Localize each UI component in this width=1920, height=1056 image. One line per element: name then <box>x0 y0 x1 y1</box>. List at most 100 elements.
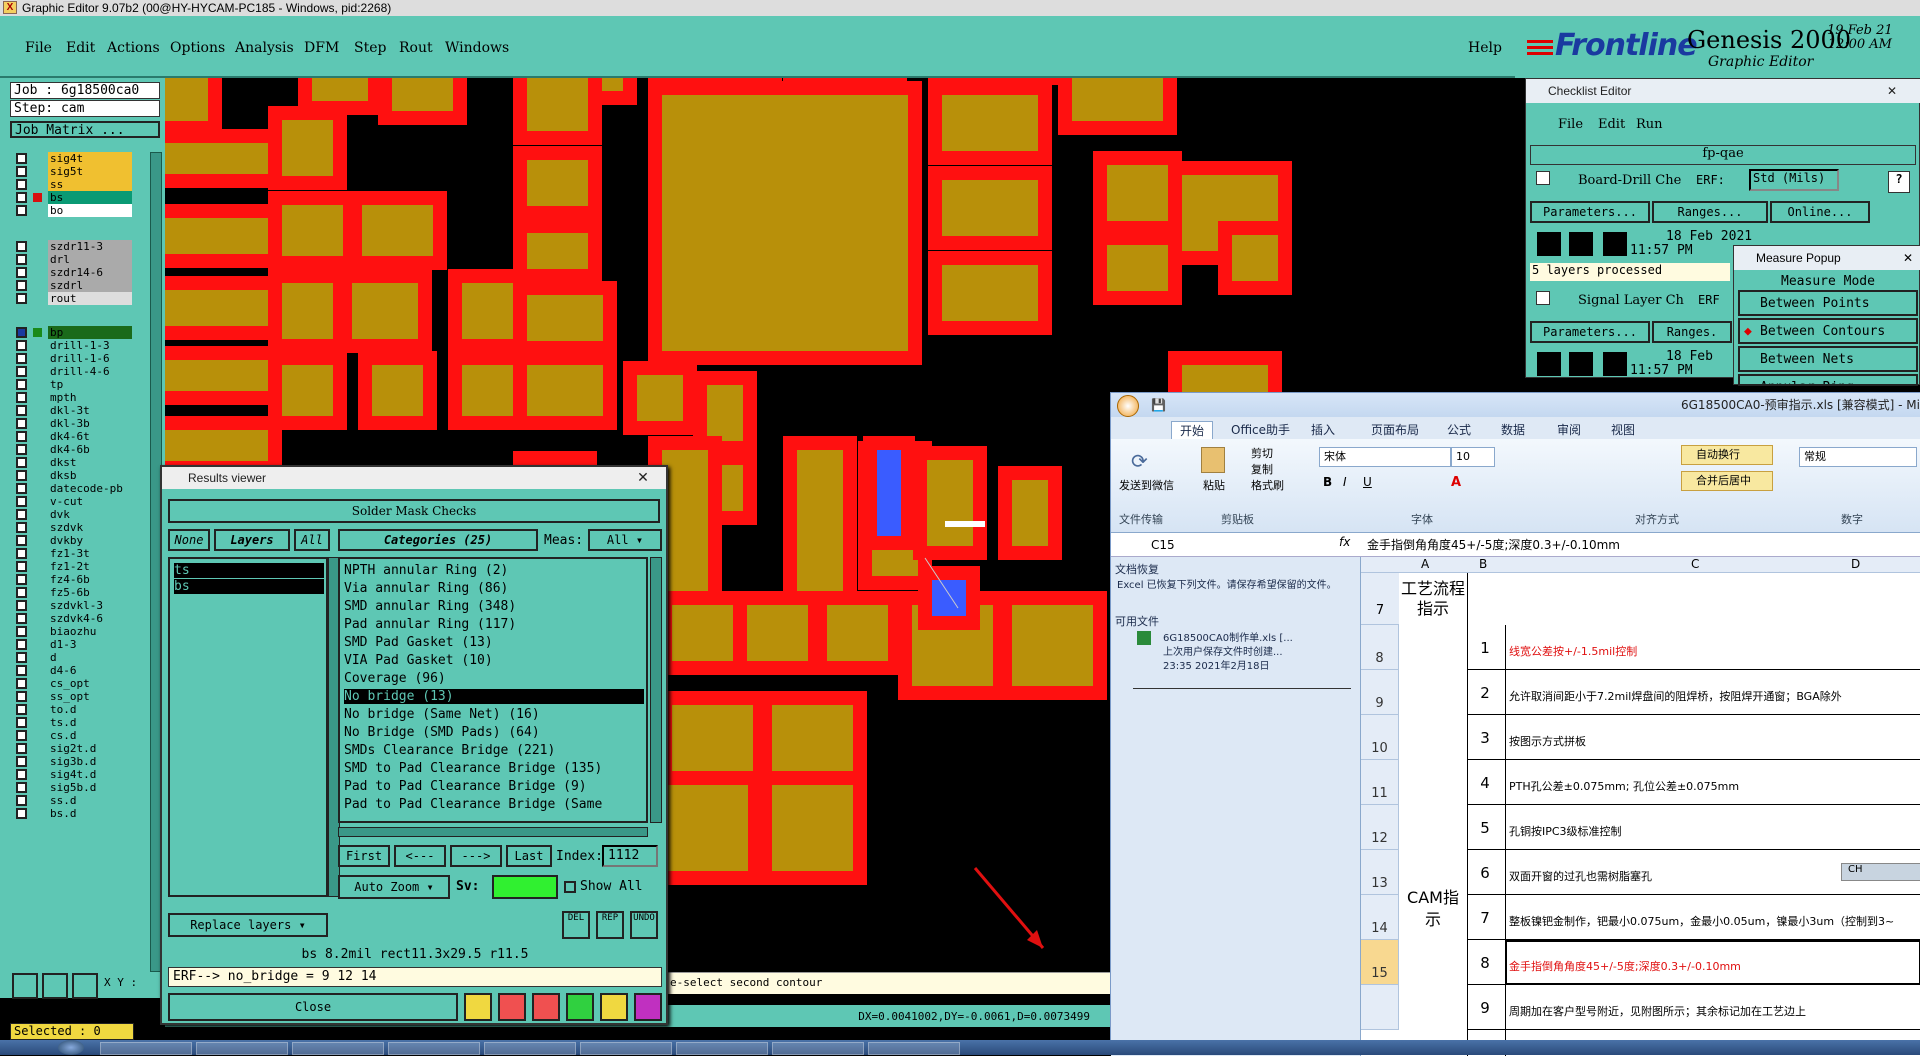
undo-button[interactable]: UNDO <box>630 911 658 939</box>
layer-row[interactable]: datecode-pb <box>14 482 132 495</box>
layer-checkbox[interactable] <box>16 293 27 304</box>
layer-checkbox[interactable] <box>16 280 27 291</box>
taskbar-item[interactable] <box>676 1042 768 1055</box>
layer-row[interactable]: dksb <box>14 469 132 482</box>
all-button[interactable]: All <box>294 529 330 551</box>
run-icon[interactable] <box>1568 351 1594 377</box>
layer-checkbox[interactable] <box>16 496 27 507</box>
copy-button[interactable]: 复制 <box>1251 461 1273 477</box>
layer-checkbox[interactable] <box>16 678 27 689</box>
layer-checkbox[interactable] <box>16 254 27 265</box>
layer-row[interactable]: fz1-3t <box>14 547 132 560</box>
taskbar-item[interactable] <box>388 1042 480 1055</box>
layer-checkbox[interactable] <box>16 418 27 429</box>
taskbar-item[interactable] <box>772 1042 864 1055</box>
tab-office-assistant[interactable]: Office助手 <box>1231 421 1290 438</box>
category-item[interactable]: SMD Pad Gasket (13) <box>344 635 644 650</box>
item-number-cell[interactable]: 8 <box>1469 954 1501 972</box>
start-button-icon[interactable] <box>58 1040 84 1055</box>
layer-checkbox[interactable] <box>16 717 27 728</box>
taskbar-item[interactable] <box>292 1042 384 1055</box>
layer-checkbox[interactable] <box>16 241 27 252</box>
item-number-cell[interactable]: 2 <box>1469 684 1501 702</box>
menu-analysis[interactable]: Analysis <box>235 40 294 56</box>
del-button[interactable]: DEL <box>562 911 590 939</box>
tab-page-layout[interactable]: 页面布局 <box>1371 421 1419 438</box>
cut-button[interactable]: 剪切 <box>1251 445 1273 461</box>
office-button-icon[interactable] <box>1117 395 1139 417</box>
last-button[interactable]: Last <box>506 845 552 867</box>
item-number-cell[interactable]: 4 <box>1469 774 1501 792</box>
layer-checkbox[interactable] <box>16 522 27 533</box>
layer-checkbox[interactable] <box>16 340 27 351</box>
layer-row[interactable]: szdr11-3 <box>14 240 132 253</box>
run-icon[interactable] <box>1602 231 1628 257</box>
replace-layers-select[interactable]: Replace layers ▾ <box>168 913 328 937</box>
layer-checkbox[interactable] <box>16 483 27 494</box>
run-icon[interactable] <box>1536 231 1562 257</box>
header-cell[interactable]: 工艺流程指示 <box>1401 579 1465 619</box>
meas-select[interactable]: All ▾ <box>588 529 662 551</box>
layer-checkbox[interactable] <box>16 470 27 481</box>
send-wechat-button[interactable]: 发送到微信 <box>1119 477 1174 493</box>
layer-checkbox[interactable] <box>16 769 27 780</box>
tab-home[interactable]: 开始 <box>1171 421 1214 439</box>
prev-button[interactable]: <--- <box>394 845 446 867</box>
layer-row[interactable]: cs.d <box>14 729 132 742</box>
exit-icon[interactable] <box>498 993 526 1021</box>
row-number[interactable]: 12 <box>1361 805 1399 850</box>
layer-checkbox[interactable] <box>16 535 27 546</box>
row-number[interactable]: 10 <box>1361 715 1399 760</box>
layer-checkbox[interactable] <box>16 405 27 416</box>
formula-text[interactable]: 金手指倒角角度45+/-5度;深度0.3+/-0.10mm <box>1367 536 1620 553</box>
layer-row[interactable]: dkst <box>14 456 132 469</box>
categories-hscrollbar[interactable] <box>338 827 648 837</box>
layer-row[interactable]: to.d <box>14 703 132 716</box>
col-header[interactable]: D <box>1851 557 1860 571</box>
layer-row[interactable]: sig4t <box>14 152 132 165</box>
wrap-text-button[interactable]: 自动换行 <box>1681 445 1773 465</box>
cross-icon[interactable] <box>532 993 560 1021</box>
name-box[interactable]: C15 <box>1151 535 1261 555</box>
report-icon[interactable] <box>600 993 628 1021</box>
tab-review[interactable]: 审阅 <box>1557 421 1581 438</box>
layer-checkbox[interactable] <box>16 639 27 650</box>
show-all-checkbox[interactable] <box>564 881 576 893</box>
layers-button[interactable]: Layers <box>214 529 290 551</box>
layer-checkbox[interactable] <box>16 613 27 624</box>
ranges2-button[interactable]: Ranges. <box>1652 321 1732 343</box>
highlighted-pad[interactable] <box>863 436 915 550</box>
row-number[interactable]: 7 <box>1361 573 1399 625</box>
bold-button[interactable]: B <box>1323 475 1332 489</box>
ranges-button[interactable]: Ranges... <box>1652 201 1768 223</box>
layer-row[interactable]: bs.d <box>14 807 132 820</box>
layer-row[interactable]: fz4-6b <box>14 573 132 586</box>
row-number[interactable]: 9 <box>1361 670 1399 715</box>
categories-list[interactable]: NPTH annular Ring (2) Via annular Ring (8… <box>338 557 648 823</box>
taskbar-item[interactable] <box>484 1042 576 1055</box>
layer-checkbox[interactable] <box>16 353 27 364</box>
layer-row[interactable]: drill-1-6 <box>14 352 132 365</box>
selected-cell[interactable] <box>1505 940 1920 985</box>
layer-checkbox[interactable] <box>16 561 27 572</box>
category-item[interactable]: VIA Pad Gasket (10) <box>344 653 644 668</box>
item-number-cell[interactable]: 3 <box>1469 729 1501 747</box>
ime-indicator[interactable]: CH <box>1841 863 1920 881</box>
category-item[interactable]: No bridge (Same Net) (16) <box>344 707 644 722</box>
between-contours-option[interactable]: ◆ Between Contours <box>1738 318 1918 344</box>
layer-row[interactable]: d1-3 <box>14 638 132 651</box>
menu-file[interactable]: File <box>25 40 52 56</box>
help-button[interactable]: ? <box>1888 171 1910 193</box>
layer-checkbox[interactable] <box>16 548 27 559</box>
category-item[interactable]: No bridge (13) <box>344 689 644 704</box>
category-item[interactable]: No Bridge (SMD Pads) (64) <box>344 725 644 740</box>
instruction-cell[interactable]: 整板镍钯金制作，钯最小0.075um，金最小0.05um，镍最小3um（控制到3… <box>1509 913 1920 929</box>
checklist-menu-file[interactable]: File <box>1558 117 1583 132</box>
close-icon[interactable]: ✕ <box>1887 79 1897 103</box>
layer-checkbox[interactable] <box>16 652 27 663</box>
next-button[interactable]: ---> <box>450 845 502 867</box>
number-format-select[interactable]: 常规 <box>1799 447 1917 467</box>
layer-row[interactable]: sig5b.d <box>14 781 132 794</box>
row-number[interactable]: 11 <box>1361 760 1399 805</box>
menu-windows[interactable]: Windows <box>445 40 509 56</box>
